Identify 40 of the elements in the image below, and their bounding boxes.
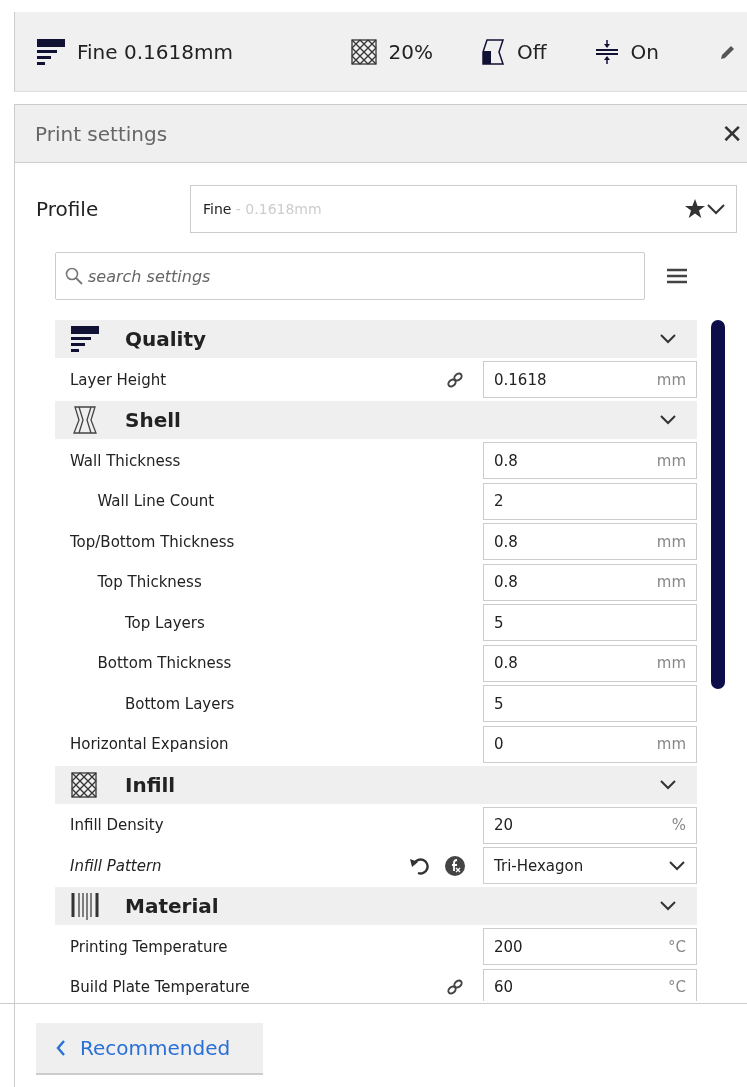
setting-label: Wall Line Count: [97, 492, 216, 511]
setting-summary[interactable]: On: [630, 39, 659, 64]
setting-summary[interactable]: Off: [517, 39, 547, 64]
setting-label: Wall Thickness: [70, 451, 182, 470]
category-header[interactable]: Quality: [55, 320, 697, 358]
input-field[interactable]: 0.8 mm: [483, 644, 697, 682]
panel-title: Print settings: [35, 121, 169, 146]
input-field[interactable]: 0 mm: [483, 725, 697, 763]
input-field[interactable]: 5: [483, 685, 697, 723]
input-field[interactable]: 0.8 mm: [483, 442, 697, 480]
profile-label: Profile: [36, 197, 100, 221]
setting-label: Printing Temperature: [70, 937, 229, 956]
input-field[interactable]: 2: [483, 482, 697, 520]
setting-label: Infill Pattern: [70, 856, 163, 875]
input-field[interactable]: 0.1618 mm: [483, 361, 697, 399]
input-field[interactable]: 60 °C: [483, 968, 697, 1001]
recommended-button[interactable]: Recommended: [36, 1023, 263, 1075]
setting-label: Infill Density: [70, 816, 165, 835]
setting-label: Layer Height: [70, 370, 168, 389]
setting-label: Build Plate Temperature: [70, 978, 251, 997]
dropdown-field[interactable]: Tri-Hexagon: [483, 847, 697, 885]
input-field[interactable]: 20 %: [483, 806, 697, 844]
setting-label: Bottom Thickness: [97, 654, 233, 673]
input-field[interactable]: 200 °C: [483, 928, 697, 966]
setting-label: Top Thickness: [97, 573, 203, 592]
profile-name: Fine: [203, 201, 232, 217]
setting-label: Top/Bottom Thickness: [70, 532, 236, 551]
close-button[interactable]: ✕: [721, 118, 747, 149]
category-header[interactable]: Shell: [55, 401, 697, 439]
input-field[interactable]: 0.8 mm: [483, 563, 697, 601]
search-field[interactable]: search settings: [55, 252, 645, 300]
category-header[interactable]: Material: [55, 887, 697, 925]
category-header[interactable]: Infill: [55, 765, 697, 804]
setting-summary[interactable]: 20%: [388, 39, 434, 64]
setting-label: Bottom Layers: [125, 694, 236, 713]
input-field[interactable]: 0.8 mm: [483, 523, 697, 561]
setting-summary[interactable]: Fine 0.1618mm: [77, 39, 233, 64]
input-field[interactable]: 5: [483, 604, 697, 642]
setting-label: Top Layers: [125, 613, 206, 632]
setting-label: Horizontal Expansion: [70, 735, 230, 754]
